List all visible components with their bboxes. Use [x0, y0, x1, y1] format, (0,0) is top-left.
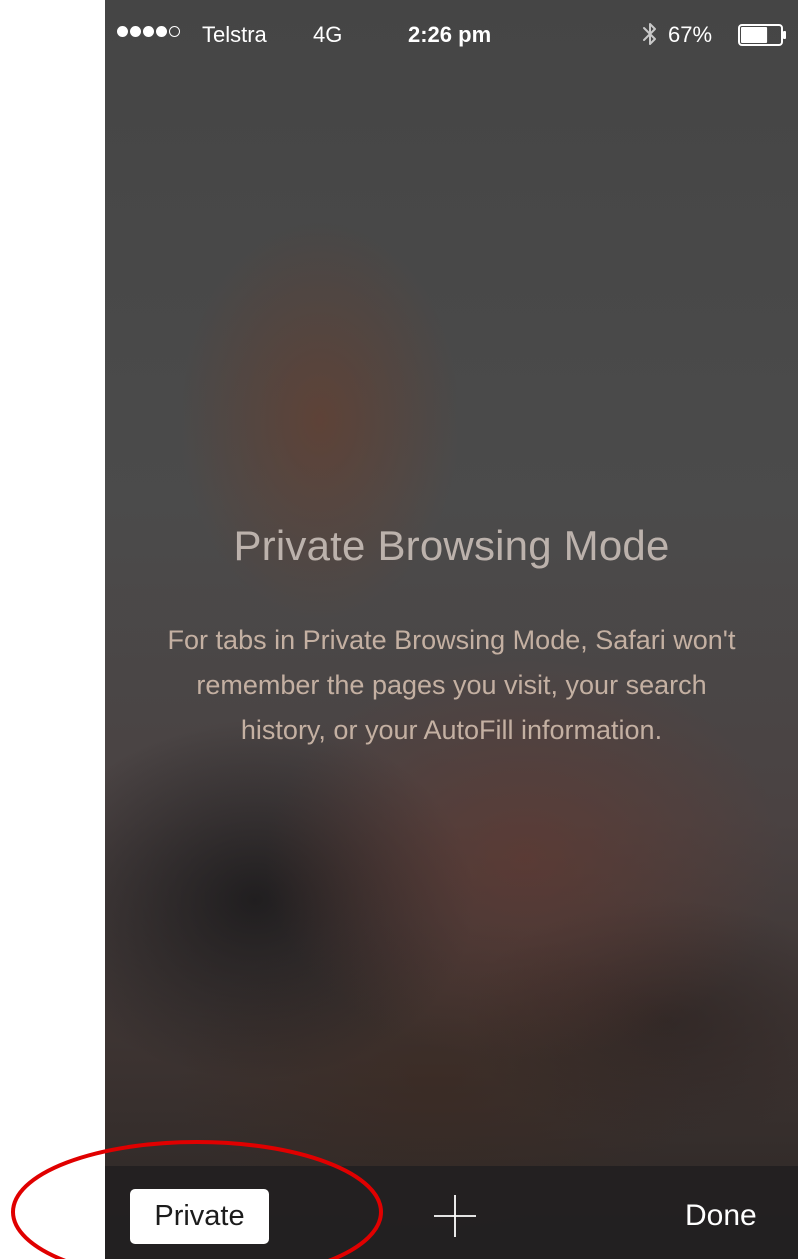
- done-button[interactable]: Done: [685, 1190, 757, 1242]
- signal-icon: [117, 26, 180, 37]
- signal-dot: [143, 26, 154, 37]
- battery-icon: [738, 24, 786, 46]
- signal-dot: [156, 26, 167, 37]
- phone-screen: Telstra 4G 2:26 pm 67% Private Browsing …: [105, 0, 798, 1259]
- signal-dot: [130, 26, 141, 37]
- plus-icon[interactable]: [431, 1192, 479, 1240]
- battery-percent: 67%: [668, 22, 713, 47]
- signal-dot-empty: [169, 26, 180, 37]
- carrier-name: Telstra: [202, 22, 267, 47]
- status-bar: Telstra 4G 2:26 pm 67%: [105, 0, 798, 72]
- status-time: 2:26 pm: [408, 22, 492, 47]
- signal-dot: [117, 26, 128, 37]
- private-mode-description: For tabs in Private Browsing Mode, Safar…: [167, 625, 736, 745]
- private-mode-title: Private Browsing Mode: [233, 522, 670, 569]
- annotation-ellipse: [11, 1140, 383, 1259]
- private-mode-message: Private Browsing Mode For tabs in Privat…: [105, 520, 798, 753]
- bluetooth-icon: [643, 23, 656, 45]
- page: Telstra 4G 2:26 pm 67% Private Browsing …: [0, 0, 798, 1259]
- network-type: 4G: [313, 22, 343, 47]
